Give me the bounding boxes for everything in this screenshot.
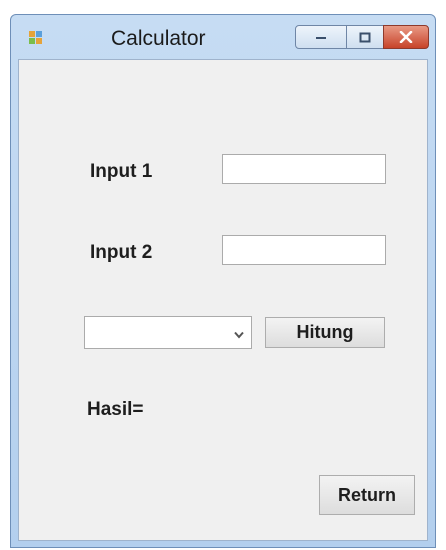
- close-button[interactable]: [383, 25, 429, 49]
- return-button[interactable]: Return: [319, 475, 415, 515]
- chevron-down-icon: [233, 327, 245, 339]
- restore-icon: [359, 32, 371, 43]
- app-icon: [29, 31, 43, 45]
- window-controls: [295, 25, 429, 49]
- title-bar[interactable]: Calculator: [11, 15, 435, 59]
- input1-label: Input 1: [90, 161, 153, 182]
- minimize-button[interactable]: [295, 25, 347, 49]
- input1-field[interactable]: [222, 154, 386, 184]
- close-icon: [399, 31, 413, 43]
- maximize-button[interactable]: [346, 25, 384, 49]
- window-title: Calculator: [111, 27, 206, 50]
- input2-field[interactable]: [222, 235, 386, 265]
- input2-label: Input 2: [90, 242, 153, 263]
- form-client-area: Input 1 Input 2 Hitung Hasil= Return: [18, 59, 428, 541]
- minimize-icon: [316, 37, 326, 39]
- operation-dropdown[interactable]: [84, 316, 252, 349]
- hasil-label: Hasil=: [87, 399, 144, 420]
- hitung-button[interactable]: Hitung: [265, 317, 385, 348]
- calculator-window: Calculator Input 1 Input 2 Hitung Hasil=…: [10, 14, 436, 548]
